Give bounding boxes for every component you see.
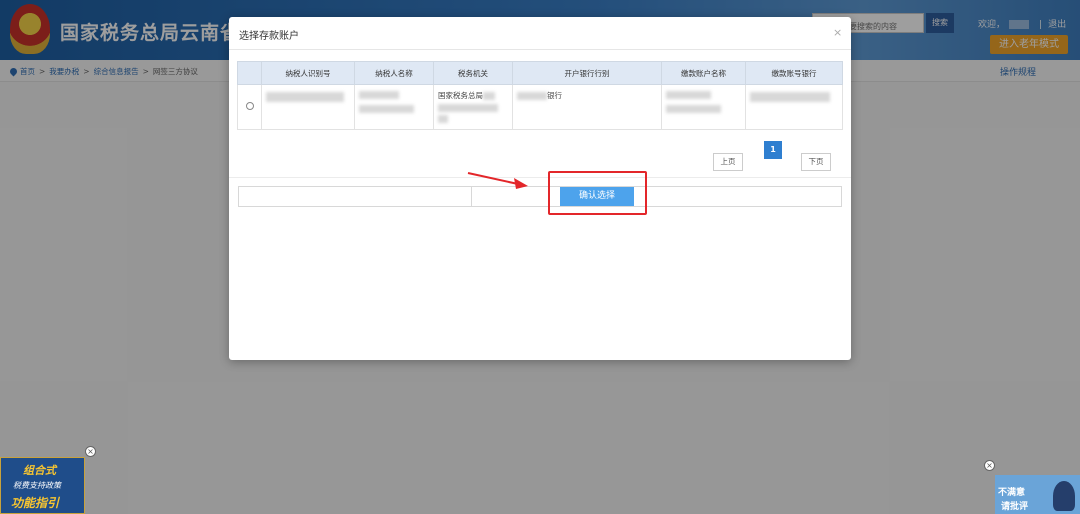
- row-radio[interactable]: [245, 102, 254, 110]
- ad-line1: 组合式: [23, 464, 56, 477]
- action-row: [238, 186, 842, 207]
- policy-guide-ad[interactable]: 组合式 税费支持政策 功能指引: [0, 457, 85, 514]
- ad-line3: 功能指引: [11, 496, 60, 510]
- table-header-row: 纳税人识别号 纳税人名称 税务机关 开户银行行别 缴款账户名称 缴款账号银行: [237, 61, 843, 85]
- blurred-value: [359, 105, 414, 113]
- cell-tax-office: 国家税务总局: [433, 84, 513, 130]
- col-radio: [237, 61, 262, 85]
- blurred-value: [438, 115, 448, 123]
- cell-taxpayer-name: [354, 84, 434, 130]
- close-icon[interactable]: ×: [85, 446, 96, 457]
- blurred-value: [438, 104, 498, 112]
- account-table: 纳税人识别号 纳税人名称 税务机关 开户银行行别 缴款账户名称 缴款账号银行 国…: [237, 61, 843, 130]
- blurred-value: [666, 105, 721, 113]
- tax-office-text: 国家税务总局: [438, 91, 483, 100]
- select-account-modal: 选择存款账户 × 纳税人识别号 纳税人名称 税务机关 开户银行行别 缴款账户名称…: [229, 17, 851, 360]
- cell-account-bank: [745, 84, 843, 130]
- divider: [229, 177, 851, 178]
- close-icon[interactable]: ×: [833, 26, 842, 39]
- feedback-ad[interactable]: 不满意 请批评: [995, 475, 1080, 514]
- cell-taxpayer-id: [261, 84, 355, 130]
- prev-page-button[interactable]: 上页: [713, 153, 743, 171]
- col-taxpayer-name: 纳税人名称: [354, 61, 434, 85]
- bank-text: 银行: [547, 91, 562, 100]
- table-row[interactable]: 国家税务总局 银行: [237, 84, 843, 130]
- col-bank-type: 开户银行行别: [512, 61, 662, 85]
- mascot-icon: [1053, 481, 1075, 511]
- blurred-value: [483, 92, 495, 100]
- close-icon[interactable]: ×: [984, 460, 995, 471]
- divider: [229, 49, 851, 50]
- cell-account-name: [661, 84, 746, 130]
- next-page-button[interactable]: 下页: [801, 153, 831, 171]
- blurred-value: [666, 91, 711, 99]
- blurred-value: [517, 92, 547, 100]
- annotation-arrow-icon: [467, 172, 528, 189]
- blurred-value: [359, 91, 399, 99]
- ad-line1: 不满意: [998, 488, 1026, 498]
- col-taxpayer-id: 纳税人识别号: [261, 61, 355, 85]
- annotation-highlight-box: [548, 171, 647, 215]
- row-radio-cell[interactable]: [237, 84, 262, 130]
- ad-line2: 税费支持政策: [13, 481, 61, 490]
- cell-bank-type: 银行: [512, 84, 662, 130]
- blurred-value: [266, 92, 344, 102]
- col-tax-office: 税务机关: [433, 61, 513, 85]
- ad-line2: 请批评: [1001, 502, 1029, 512]
- page-1-button[interactable]: 1: [764, 141, 782, 159]
- col-account-bank: 缴款账号银行: [745, 61, 843, 85]
- col-account-name: 缴款账户名称: [661, 61, 746, 85]
- modal-title: 选择存款账户: [239, 31, 299, 42]
- blurred-value: [750, 92, 830, 102]
